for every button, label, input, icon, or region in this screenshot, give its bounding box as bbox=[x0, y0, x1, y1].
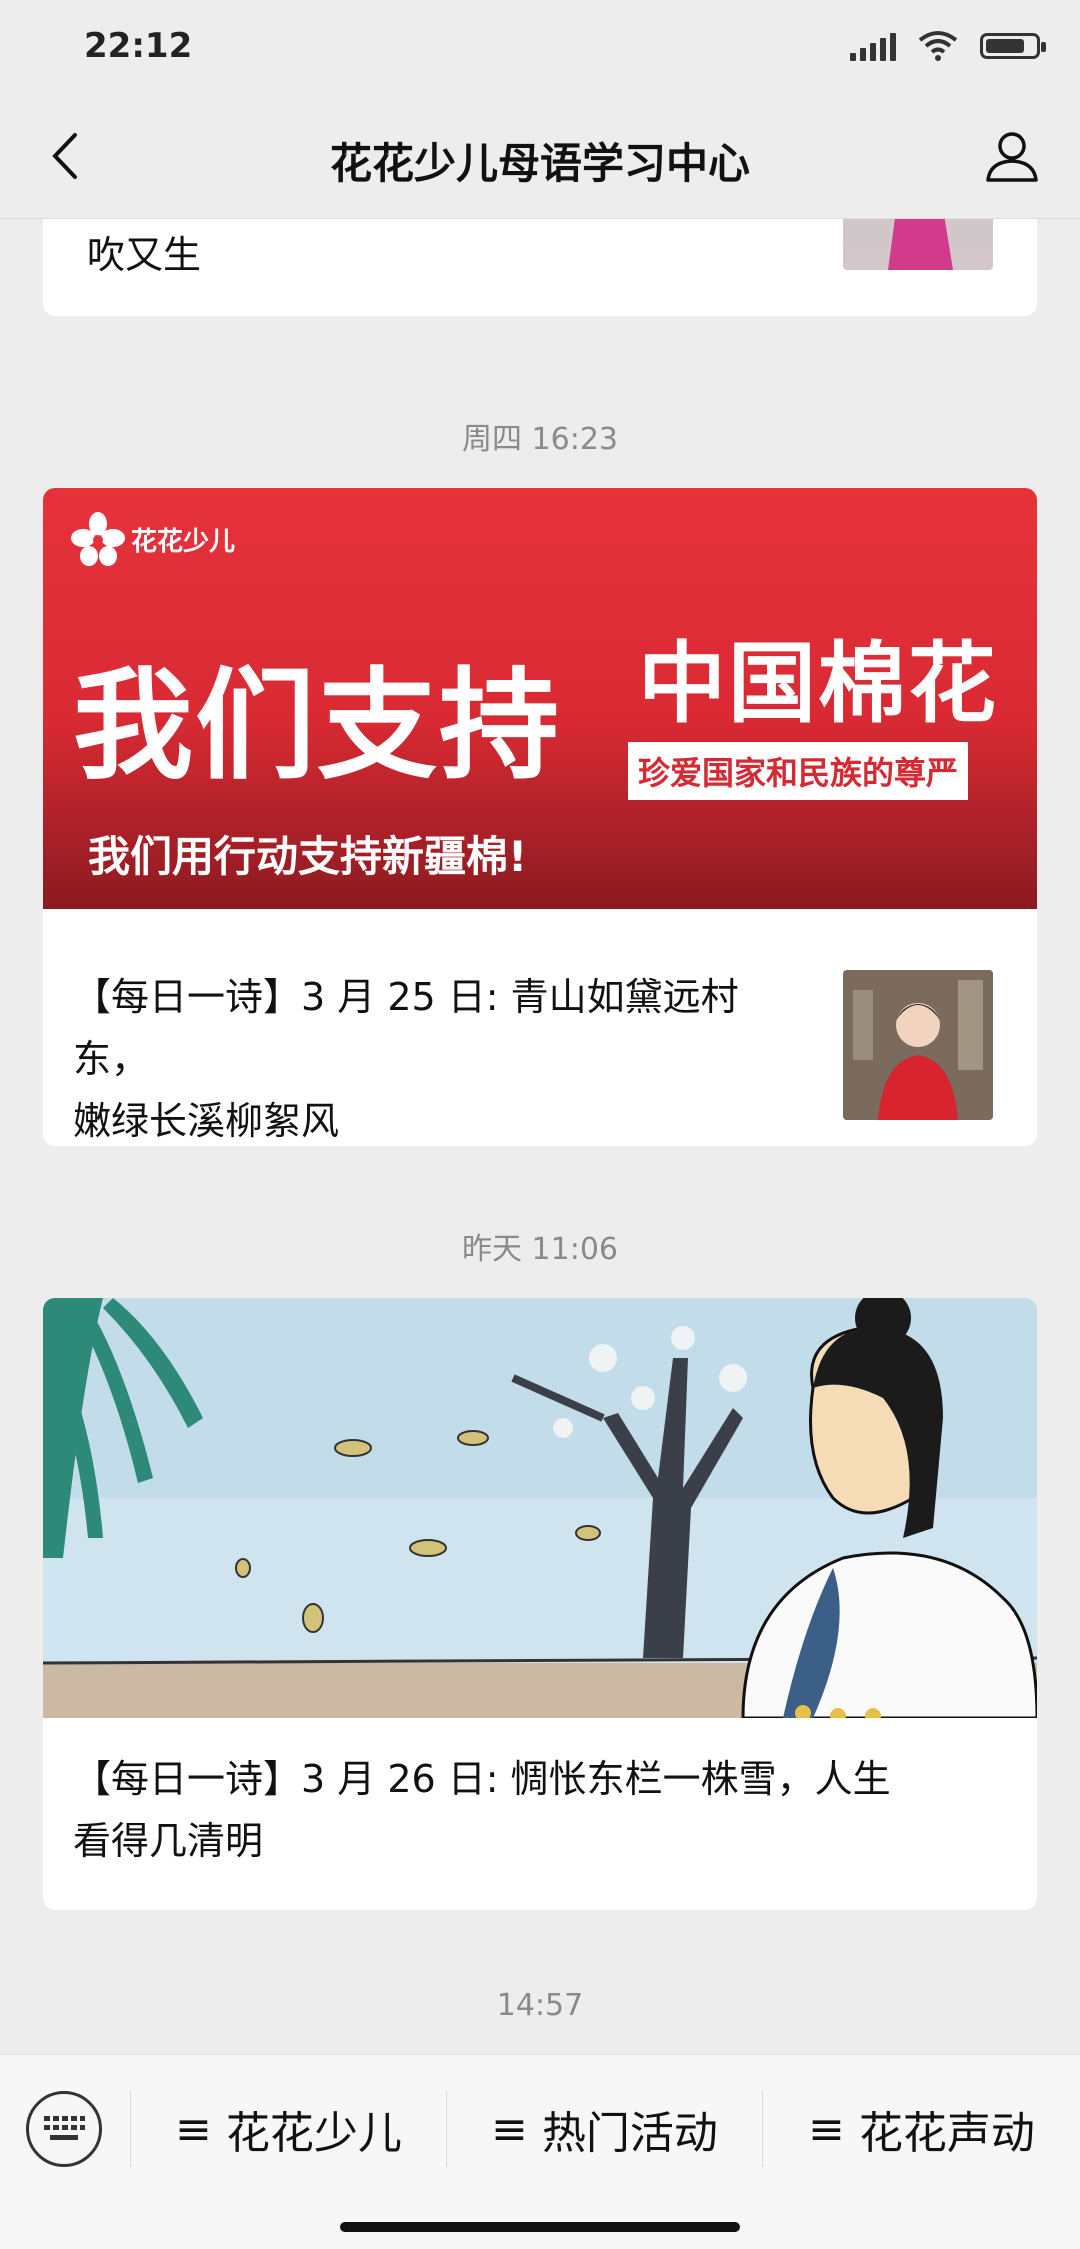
article-title: 吹又生 bbox=[87, 233, 202, 277]
banner-image: 花花少儿 我们支持 中国棉花 珍爱国家和民族的尊严 我们用行动支持新疆棉! bbox=[43, 488, 1037, 909]
banner-tagline: 珍爱国家和民族的尊严 bbox=[628, 742, 969, 800]
bottom-menu: ≡ 花花少儿 ≡ 热门活动 ≡ 花花声动 bbox=[0, 2054, 1080, 2249]
timestamp: 昨天 11:06 bbox=[462, 1232, 618, 1267]
menu-item-label: 热门活动 bbox=[541, 2108, 718, 2159]
wifi-icon bbox=[918, 31, 958, 61]
timestamp: 14:57 bbox=[496, 1988, 584, 2023]
profile-button[interactable] bbox=[980, 124, 1044, 188]
home-indicator[interactable] bbox=[340, 2222, 740, 2232]
flower-logo-icon bbox=[71, 512, 125, 566]
chat-header: 花花少儿母语学习中心 bbox=[0, 96, 1080, 219]
banner-bottom-text: 我们用行动支持新疆棉! bbox=[88, 832, 528, 881]
menu-item-label: 花花少儿 bbox=[225, 2108, 402, 2159]
menu-item-hot-activities[interactable]: ≡ 热门活动 bbox=[447, 2083, 762, 2175]
article-title-line2: 嫩绿长溪柳絮风 bbox=[73, 1099, 340, 1143]
battery-icon bbox=[980, 33, 1046, 59]
article-thumbnail bbox=[843, 218, 993, 270]
keyboard-toggle-button[interactable] bbox=[26, 2091, 102, 2167]
article-cover-image bbox=[43, 1298, 1037, 1718]
person-icon bbox=[986, 132, 1038, 182]
menu-list-icon: ≡ bbox=[175, 2103, 212, 2155]
status-bar: 22:12 bbox=[0, 0, 1080, 96]
menu-item-huahua-voice[interactable]: ≡ 花花声动 bbox=[763, 2083, 1080, 2175]
article-thumbnail bbox=[843, 970, 993, 1120]
status-time: 22:12 bbox=[84, 26, 193, 66]
article-card-banner[interactable]: 花花少儿 我们支持 中国棉花 珍爱国家和民族的尊严 我们用行动支持新疆棉! 【每… bbox=[43, 488, 1037, 1146]
article-card-previous[interactable]: 吹又生 bbox=[43, 218, 1037, 316]
menu-item-huahua[interactable]: ≡ 花花少儿 bbox=[131, 2083, 446, 2175]
brand-logo: 花花少儿 bbox=[71, 512, 235, 566]
message-feed[interactable]: 吹又生 周四 16:23 花花少儿 我们支持 中国棉花 珍爱国家和民族的尊严 我… bbox=[0, 218, 1080, 2054]
banner-headline-left: 我们支持 bbox=[73, 657, 561, 796]
article-title: 【每日一诗】3 月 25 日: 青山如黛远村东， 嫩绿长溪柳絮风 bbox=[73, 966, 793, 1146]
banner-headline-right: 中国棉花 bbox=[638, 632, 999, 735]
menu-list-icon: ≡ bbox=[808, 2103, 845, 2155]
page-title: 花花少儿母语学习中心 bbox=[329, 139, 750, 188]
signal-icon bbox=[850, 31, 896, 61]
menu-item-label: 花花声动 bbox=[858, 2108, 1035, 2159]
timestamp: 周四 16:23 bbox=[462, 422, 618, 457]
logo-text: 花花少儿 bbox=[131, 526, 236, 557]
article-card-poem[interactable]: 【每日一诗】3 月 26 日: 惆怅东栏一株雪，人生 看得几清明 bbox=[43, 1298, 1037, 1910]
article-title: 【每日一诗】3 月 26 日: 惆怅东栏一株雪，人生 看得几清明 bbox=[73, 1748, 1013, 1872]
article-title-line1: 【每日一诗】3 月 26 日: 惆怅东栏一株雪，人生 bbox=[73, 1757, 891, 1801]
status-icons bbox=[850, 30, 1046, 62]
article-title-line2: 看得几清明 bbox=[73, 1819, 264, 1863]
menu-list-icon: ≡ bbox=[491, 2103, 528, 2155]
keyboard-icon bbox=[44, 2116, 85, 2140]
article-title-line1: 【每日一诗】3 月 25 日: 青山如黛远村东， bbox=[73, 975, 739, 1081]
